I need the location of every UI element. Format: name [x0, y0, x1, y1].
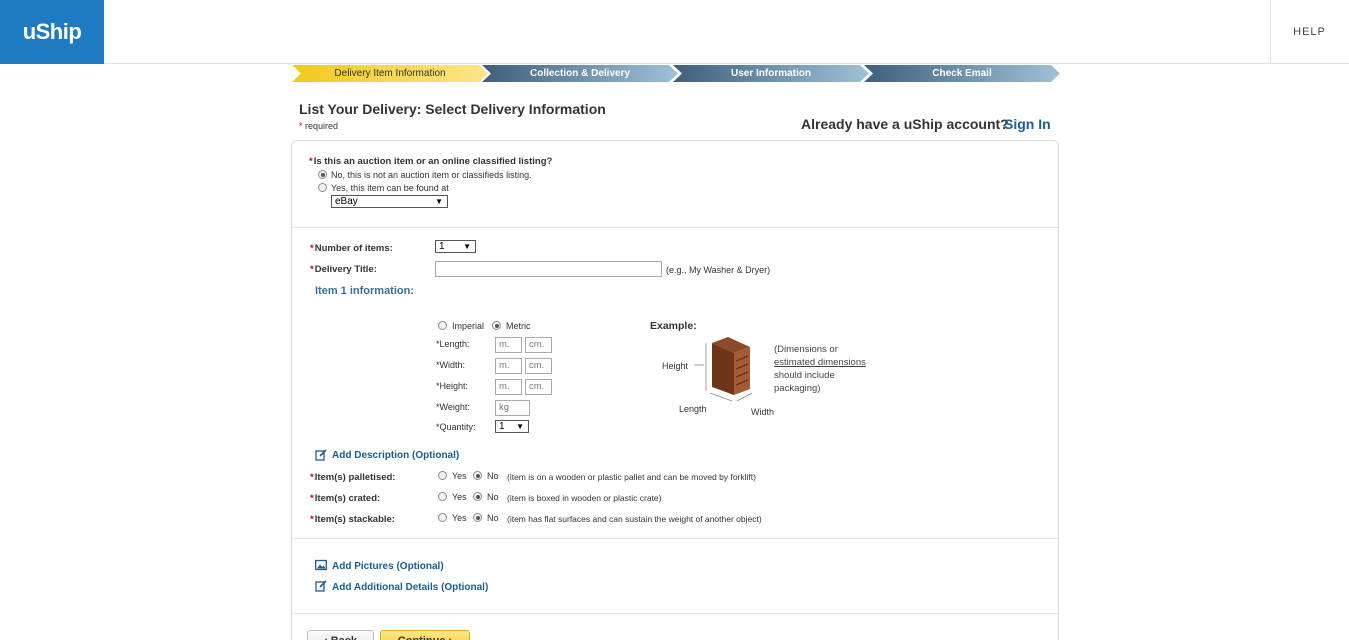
example-width-label: Width	[751, 407, 775, 417]
stackable-no-radio[interactable]	[473, 513, 482, 522]
crated-yes-radio[interactable]	[438, 492, 447, 501]
required-star: *	[299, 121, 303, 131]
quantity-value: 1	[499, 421, 505, 432]
step-check-email: Check Email	[864, 65, 1060, 82]
metric-radio[interactable]	[492, 321, 501, 330]
length-m-input[interactable]: m.	[495, 337, 522, 353]
required-text: required	[305, 121, 339, 131]
progress-steps: Delivery Item Information Collection & D…	[292, 65, 1060, 82]
edit-icon	[315, 449, 327, 461]
height-m-input[interactable]: m.	[495, 379, 522, 395]
quantity-label: *Quantity:	[436, 422, 476, 432]
palletised-yes-radio[interactable]	[438, 471, 447, 480]
stackable-hint: (item has flat surfaces and can sustain …	[507, 514, 762, 524]
stackable-yes-radio[interactable]	[438, 513, 447, 522]
crated-no-radio[interactable]	[473, 492, 482, 501]
imperial-radio[interactable]	[438, 321, 447, 330]
dim-note-line1: (Dimensions or	[774, 344, 838, 355]
crated-yes-label: Yes	[452, 492, 467, 502]
crated-label: *Item(s) crated:	[310, 493, 381, 504]
required-note: * required	[299, 121, 338, 131]
dim-note-line4: packaging)	[774, 383, 821, 394]
chevron-down-icon: ▼	[516, 422, 524, 431]
example-label: Example:	[650, 320, 697, 332]
palletised-hint: (item is on a wooden or plastic pallet a…	[507, 472, 756, 482]
logo-text: uShip	[22, 19, 82, 44]
weight-label: *Weight:	[436, 402, 470, 412]
palletised-no-label: No	[487, 471, 499, 481]
number-of-items-value: 1	[439, 241, 445, 252]
delivery-title-hint: (e.g., My Washer & Dryer)	[666, 265, 771, 275]
weight-kg-input[interactable]: kg	[495, 400, 530, 416]
page-title: List Your Delivery: Select Delivery Info…	[299, 101, 606, 117]
quantity-select[interactable]: 1 ▼	[495, 420, 529, 433]
help-link[interactable]: HELP	[1270, 0, 1349, 64]
uship-logo[interactable]: uShip	[0, 0, 104, 64]
stackable-text: Item(s) stackable:	[314, 514, 395, 525]
palletised-label: *Item(s) palletised:	[310, 472, 396, 483]
height-cm-input[interactable]: cm.	[525, 379, 552, 395]
crated-no-label: No	[487, 492, 499, 502]
step-user-information: User Information	[673, 65, 869, 82]
auction-question-text: Is this an auction item or an online cla…	[313, 156, 553, 167]
add-description-link[interactable]: Add Description (Optional)	[332, 450, 459, 461]
stackable-label: *Item(s) stackable:	[310, 514, 395, 525]
auction-no-radio[interactable]	[318, 170, 327, 179]
height-label: *Height:	[436, 381, 469, 391]
stackable-no-label: No	[487, 513, 499, 523]
step-collection-delivery: Collection & Delivery	[482, 65, 678, 82]
add-pictures-link[interactable]: Add Pictures (Optional)	[332, 561, 444, 572]
crated-hint: (item is boxed in wooden or plastic crat…	[507, 493, 662, 503]
add-additional-details-link[interactable]: Add Additional Details (Optional)	[332, 582, 488, 593]
delivery-title-label: *Delivery Title:	[310, 264, 377, 275]
dresser-example-icon	[694, 337, 753, 402]
palletised-yes-label: Yes	[452, 471, 467, 481]
number-of-items-text: Number of items:	[314, 243, 393, 254]
sign-in-link[interactable]: Sign In	[1004, 116, 1051, 132]
section-divider	[292, 227, 1058, 228]
number-of-items-label: *Number of items:	[310, 243, 393, 254]
account-question: Already have a uShip account?	[801, 116, 1009, 132]
delivery-title-input[interactable]	[435, 261, 662, 277]
number-of-items-select[interactable]: 1 ▼	[435, 240, 476, 253]
step-delivery-item-information: Delivery Item Information	[292, 65, 488, 82]
delivery-title-text: Delivery Title:	[314, 264, 377, 275]
back-button[interactable]: ‹ Back	[307, 630, 374, 640]
metric-label: Metric	[506, 321, 531, 331]
auction-question: *Is this an auction item or an online cl…	[309, 156, 553, 167]
section-divider	[292, 613, 1058, 614]
auction-yes-radio[interactable]	[318, 183, 327, 192]
palletised-no-radio[interactable]	[473, 471, 482, 480]
top-header: uShip HELP	[0, 0, 1349, 64]
width-m-input[interactable]: m.	[495, 358, 522, 374]
length-label: *Length:	[436, 339, 470, 349]
auction-yes-label: Yes, this item can be found at	[331, 183, 449, 193]
stackable-yes-label: Yes	[452, 513, 467, 523]
width-label: *Width:	[436, 360, 466, 370]
estimated-dimensions-link[interactable]: estimated dimensions	[774, 356, 866, 369]
palletised-text: Item(s) palletised:	[314, 472, 396, 483]
auction-site-value: eBay	[335, 196, 358, 207]
width-cm-input[interactable]: cm.	[525, 358, 552, 374]
imperial-label: Imperial	[452, 321, 485, 331]
length-cm-input[interactable]: cm.	[525, 337, 552, 353]
example-height-label: Height	[662, 361, 689, 371]
auction-no-label: No, this is not an auction item or class…	[331, 170, 532, 180]
continue-button[interactable]: Continue ›	[380, 630, 470, 640]
auction-site-select[interactable]: eBay ▼	[331, 195, 448, 208]
picture-icon	[315, 559, 327, 571]
dim-note-line3: should include	[774, 370, 835, 381]
dimensions-note: (Dimensions or estimated dimensions shou…	[774, 343, 866, 395]
section-divider	[292, 538, 1058, 539]
crated-text: Item(s) crated:	[314, 493, 381, 504]
chevron-down-icon: ▼	[463, 242, 471, 251]
chevron-down-icon: ▼	[435, 197, 443, 206]
item-info-heading: Item 1 information:	[315, 285, 415, 297]
edit-icon	[315, 580, 327, 592]
